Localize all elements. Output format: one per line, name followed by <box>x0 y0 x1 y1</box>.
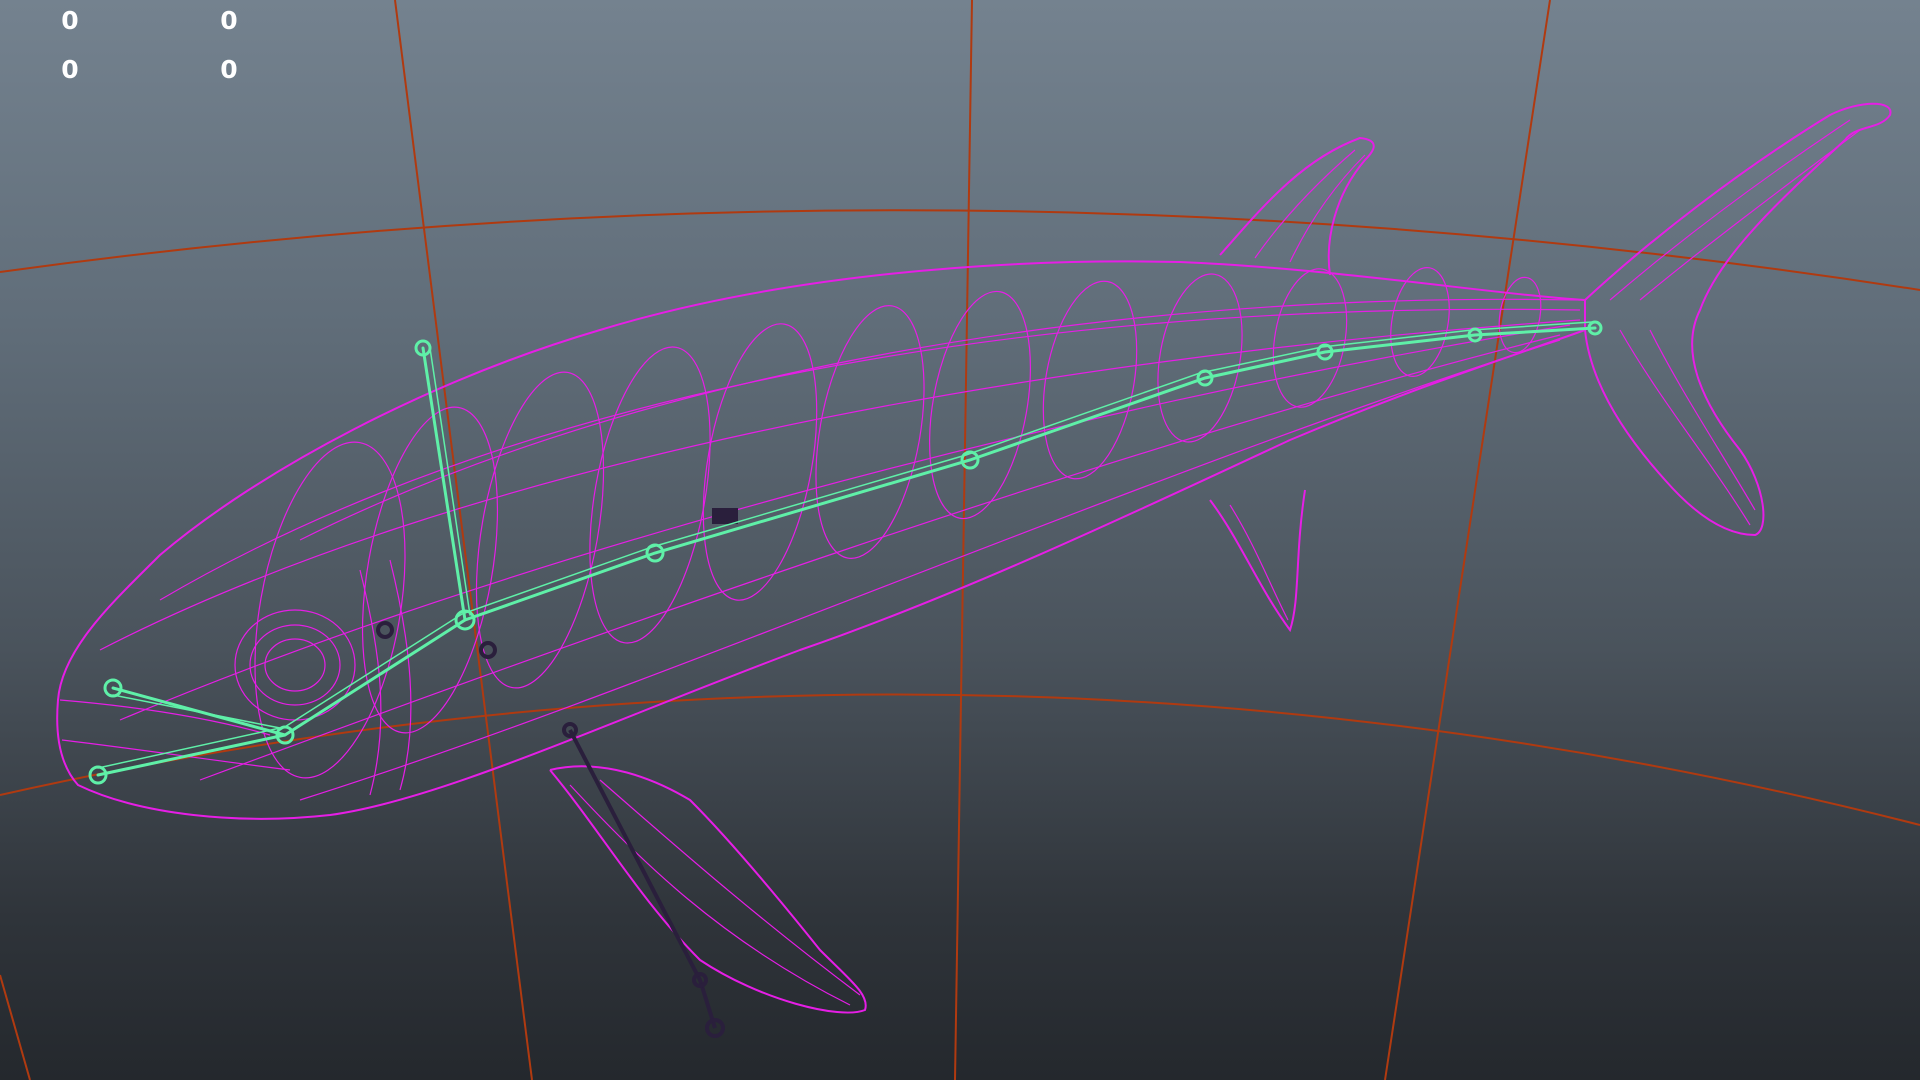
fish-ring <box>254 441 406 779</box>
tail-fin-line <box>1639 129 1861 301</box>
joint-handle-icon[interactable] <box>712 508 738 524</box>
hud-value: 0 <box>220 6 238 35</box>
pectoral-fin-line <box>569 784 851 1006</box>
hud-readout: 0 0 0 0 <box>0 0 300 90</box>
joint-bone <box>568 729 702 981</box>
fish-ring <box>1272 268 1348 408</box>
grid-line <box>0 974 31 1080</box>
hud-value: 0 <box>61 55 79 84</box>
pectoral-fin <box>549 765 867 1014</box>
fish-mesh[interactable] <box>56 102 1892 1014</box>
perspective-grid <box>0 0 1920 1080</box>
fish-ring <box>589 346 711 644</box>
fish-body-line <box>159 308 1581 601</box>
fish-head-detail <box>59 559 412 796</box>
fish-ring <box>702 323 818 601</box>
hud-value: 0 <box>61 6 79 35</box>
fish-mouth <box>61 739 291 771</box>
fish-eye <box>264 638 326 692</box>
fish-ring <box>1042 280 1138 480</box>
viewport-scene[interactable] <box>0 0 1920 1080</box>
fish-ring <box>1157 273 1243 443</box>
grid-line <box>394 0 533 1080</box>
tail-fin <box>1584 102 1892 537</box>
tail-fin-line <box>1649 329 1756 511</box>
anal-fin <box>1209 489 1306 633</box>
anal-fin-line <box>1229 504 1289 621</box>
dorsal-joint-bone-edge <box>429 347 471 616</box>
fish-ring <box>815 305 925 559</box>
dorsal-fin-line <box>1254 149 1356 259</box>
hud-value: 0 <box>220 55 238 84</box>
skeleton-selected[interactable] <box>88 320 1603 785</box>
grid-line <box>1384 0 1551 1080</box>
grid-line <box>0 209 1920 291</box>
tail-fin-line <box>1609 119 1851 301</box>
tail-fin-line <box>1619 329 1751 526</box>
fish-body-line <box>99 319 1581 651</box>
3d-viewport[interactable]: 0 0 0 0 <box>0 0 1920 1080</box>
fish-body-line <box>299 339 1561 801</box>
joint-icon[interactable] <box>376 621 394 639</box>
grid-line <box>954 0 973 1080</box>
fish-gill <box>389 559 412 791</box>
fish-body-line <box>199 334 1561 781</box>
fish-ring <box>361 406 499 734</box>
fish-eye-ring <box>249 624 341 706</box>
